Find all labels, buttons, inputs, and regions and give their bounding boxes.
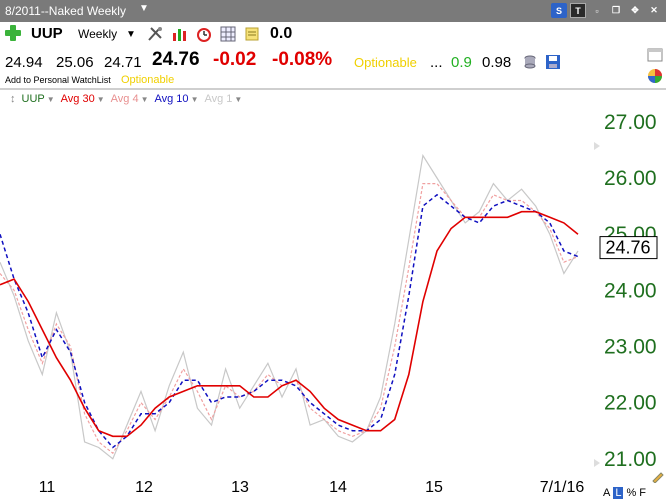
window-controls: S T ▫ ❐ ✥ ✕ [551, 3, 662, 18]
series-line-avg-10 [0, 193, 579, 449]
axis-top-arrow-icon [594, 142, 600, 150]
legend-item-uup[interactable]: UUP ▼ [22, 93, 55, 105]
y-axis: 27.0026.0025.0024.0023.0022.0021.00 [604, 111, 657, 471]
legend-item-avg1[interactable]: Avg 1 ▼ [204, 93, 242, 105]
title-dropdown-icon[interactable]: ▼ [139, 3, 149, 14]
beta-value: 0.9 [451, 54, 472, 71]
window-title: 8/2011--Naked Weekly [5, 4, 126, 18]
low-price: 24.71 [104, 54, 142, 71]
window-titlebar: 8/2011--Naked Weekly ▼ S T ▫ ❐ ✥ ✕ [0, 0, 666, 22]
x-tick-label: 14 [329, 479, 347, 496]
tools-icon[interactable] [146, 25, 164, 43]
color-wheel-icon[interactable] [647, 68, 663, 83]
axis-arrow-markers [594, 142, 600, 467]
y-tick-label: 27.00 [604, 111, 657, 134]
axis-bottom-arrow-icon [594, 459, 600, 467]
chart-toolbar: UUP Weekly ▼ 0.0 [0, 22, 666, 46]
period-select[interactable]: Weekly [78, 27, 117, 41]
add-to-watchlist-link[interactable]: Add to Personal WatchList [5, 75, 111, 85]
database-icon[interactable] [522, 54, 538, 75]
add-plus-icon[interactable] [5, 25, 21, 41]
watchlist-optionable-label: Optionable [121, 74, 175, 86]
legend-label-avg30: Avg 30 [60, 93, 95, 105]
symbol-field[interactable]: UUP [31, 25, 63, 42]
bar-chart-icon[interactable] [171, 25, 189, 43]
legend-item-avg4[interactable]: Avg 4 ▼ [111, 93, 149, 105]
last-price-box: 24.76 [599, 236, 658, 260]
log-scale-button[interactable]: L [613, 487, 624, 499]
series-line-avg-1 [0, 153, 579, 460]
ratio-value: 0.98 [482, 54, 512, 71]
legend-item-avg10[interactable]: Avg 10 ▼ [155, 93, 199, 105]
grid-icon[interactable] [219, 25, 237, 43]
side-panel-icon[interactable] [647, 48, 663, 62]
legend-label-avg1: Avg 1 [204, 93, 233, 105]
close-icon[interactable]: ✕ [646, 3, 662, 18]
legend-avg10-dropdown-icon[interactable]: ▼ [191, 95, 199, 104]
y-tick-label: 21.00 [604, 448, 657, 471]
x-tick-label: 12 [135, 479, 153, 496]
last-price: 24.76 [152, 49, 200, 70]
percent-change: -0.08% [272, 49, 333, 70]
last-price-label: 24.76 [605, 238, 650, 258]
move-icon[interactable]: ✥ [627, 3, 643, 18]
legend-uup-dropdown-icon[interactable]: ▼ [47, 95, 55, 104]
fit-button[interactable]: F [639, 487, 646, 499]
legend-avg1-dropdown-icon[interactable]: ▼ [234, 95, 242, 104]
x-tick-label: 11 [39, 479, 56, 496]
y-tick-label: 26.00 [604, 167, 657, 190]
y-tick-label: 24.00 [604, 279, 657, 302]
s-button[interactable]: S [551, 3, 567, 18]
alarm-clock-icon[interactable] [195, 25, 213, 43]
percent-scale-button[interactable]: % [626, 487, 636, 499]
x-axis: 11 12 13 14 15 7/1/16 [39, 479, 585, 496]
y-tick-label: 23.00 [604, 336, 657, 359]
legend-label-avg10: Avg 10 [154, 93, 189, 105]
bottom-controls: A L % F [603, 487, 646, 499]
t-button[interactable]: T [570, 3, 586, 18]
header-separator [0, 88, 666, 90]
legend-label-avg4: Avg 4 [110, 93, 139, 105]
open-price: 24.94 [5, 54, 43, 71]
x-tick-label: 13 [231, 479, 249, 496]
note-icon[interactable] [243, 25, 261, 43]
auto-scale-button[interactable]: A [603, 487, 610, 499]
series-line-avg-30 [0, 210, 579, 438]
period-dropdown-icon[interactable]: ▼ [126, 29, 136, 40]
optionable-label: Optionable [354, 55, 417, 70]
indicator-value: 0.0 [270, 25, 293, 42]
legend-label-uup: UUP [21, 93, 45, 105]
legend-avg30-dropdown-icon[interactable]: ▼ [97, 95, 105, 104]
dots-label: ... [430, 54, 443, 71]
series-layer [0, 153, 579, 460]
draw-pencil-icon[interactable] [651, 470, 664, 488]
y-tick-label: 22.00 [604, 392, 657, 415]
save-icon[interactable] [545, 54, 561, 75]
chart-legend: ↕ UUP ▼ Avg 30 ▼ Avg 4 ▼ Avg 10 ▼ Avg 1 ▼ [10, 93, 242, 105]
quote-bar: 24.94 25.06 24.71 24.76 -0.02 -0.08% Opt… [0, 48, 666, 74]
price-change: -0.02 [213, 49, 257, 70]
high-price: 25.06 [56, 54, 94, 71]
x-tick-label: 15 [425, 479, 443, 496]
legend-item-avg30[interactable]: Avg 30 ▼ [61, 93, 105, 105]
copy-icon[interactable]: ❐ [608, 3, 624, 18]
minimize-icon[interactable]: ▫ [589, 3, 605, 18]
legend-move-icon[interactable]: ↕ [10, 93, 16, 105]
x-tick-label: 7/1/16 [540, 479, 585, 496]
price-chart[interactable]: 27.0026.0025.0024.0023.0022.0021.00 11 12… [0, 105, 666, 504]
legend-avg4-dropdown-icon[interactable]: ▼ [141, 95, 149, 104]
